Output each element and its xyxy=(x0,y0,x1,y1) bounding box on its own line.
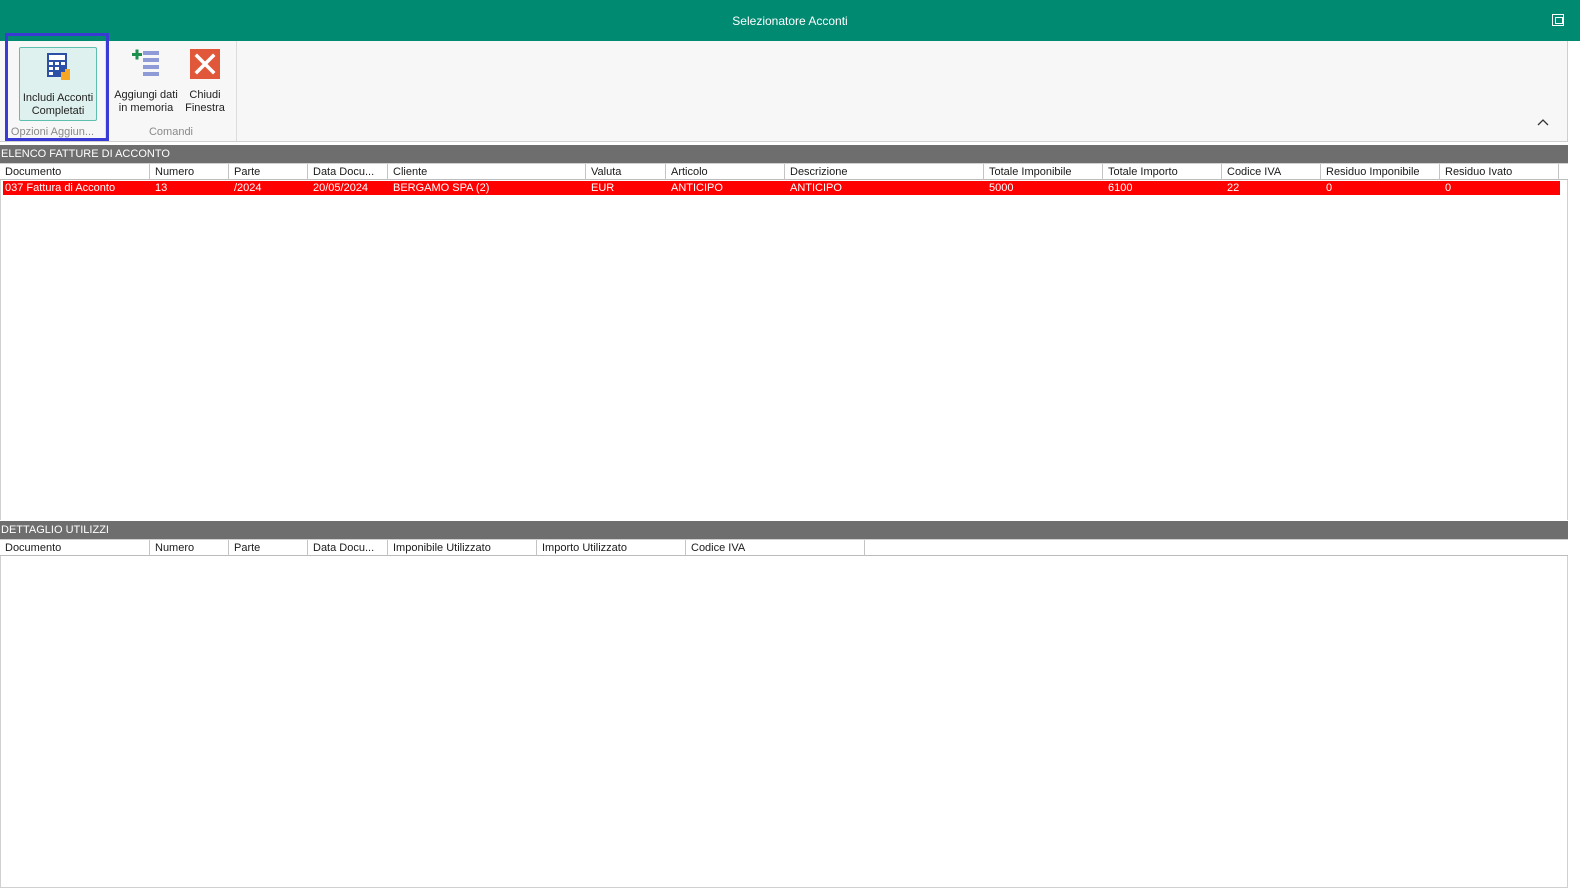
ribbon-group-comandi: Aggiungi dati in memoria Chiudi Finestra… xyxy=(106,41,237,141)
cell-cliente: BERGAMO SPA (2) xyxy=(393,182,490,194)
column-header-totale-importo[interactable]: Totale Importo xyxy=(1103,164,1222,180)
cell-data-documento: 20/05/2024 xyxy=(313,182,369,194)
aggiungi-label-line1: Aggiungi dati xyxy=(114,89,178,101)
cell-documento: 037 Fattura di Acconto xyxy=(5,182,116,194)
column-header-descrizione[interactable]: Descrizione xyxy=(785,164,984,180)
includi-label-line1: Includi Acconti xyxy=(22,92,94,104)
column-header-residuo-ivato[interactable]: Residuo Ivato xyxy=(1440,164,1559,180)
calculator-icon xyxy=(47,53,70,80)
column-header-parte[interactable]: Parte xyxy=(229,164,308,180)
dettaglio-grid-pane xyxy=(0,539,1568,887)
collapse-ribbon-icon[interactable] xyxy=(1537,117,1549,129)
cell-totale-importo: 6100 xyxy=(1108,182,1133,194)
restore-window-icon[interactable] xyxy=(1552,14,1564,26)
column-header-documento[interactable]: Documento xyxy=(0,164,150,180)
cell-descrizione: ANTICIPO xyxy=(790,182,842,194)
chiudi-label-line1: Chiudi xyxy=(189,89,221,101)
cell-numero: 13 xyxy=(155,182,168,194)
aggiungi-label-line2: in memoria xyxy=(118,102,174,114)
column-header-cliente[interactable]: Cliente xyxy=(388,164,586,180)
column-header-totale-imponibile[interactable]: Totale Imponibile xyxy=(984,164,1103,180)
cell-residuo-imponibile: 0 xyxy=(1326,182,1333,194)
column-header-imponibile-utilizzato[interactable]: Imponibile Utilizzato xyxy=(388,540,537,556)
ribbon-group-label-opzioni: Opzioni Aggiun... xyxy=(10,126,95,138)
dettaglio-section-header: DETTAGLIO UTILIZZI xyxy=(0,521,1568,539)
window-titlebar: Selezionatore Acconti xyxy=(0,0,1580,41)
table-row[interactable]: 037 Fattura di Acconto 13 /2024 20/05/20… xyxy=(3,181,1560,195)
elenco-grid-header: Documento Numero Parte Data Docu... Clie… xyxy=(0,163,1568,180)
cell-codice-iva: 22 xyxy=(1227,182,1240,194)
dettaglio-grid-header: Documento Numero Parte Data Docu... Impo… xyxy=(0,539,1568,556)
ribbon-group-opzioni: Includi Acconti Completati Opzioni Aggiu… xyxy=(0,41,106,141)
column-header-valuta[interactable]: Valuta xyxy=(586,164,666,180)
chiudi-finestra-button[interactable]: Chiudi Finestra xyxy=(182,47,228,121)
column-header-data-documento[interactable]: Data Docu... xyxy=(308,540,388,556)
cell-parte: /2024 xyxy=(234,182,262,194)
column-header-codice-iva[interactable]: Codice IVA xyxy=(686,540,865,556)
add-list-icon xyxy=(132,49,159,76)
includi-acconti-completati-button[interactable]: Includi Acconti Completati xyxy=(19,47,97,121)
includi-label-line2: Completati xyxy=(31,105,85,117)
cell-totale-imponibile: 5000 xyxy=(989,182,1014,194)
elenco-grid: Documento Numero Parte Data Docu... Clie… xyxy=(0,163,1568,195)
column-header-residuo-imponibile[interactable]: Residuo Imponibile xyxy=(1321,164,1440,180)
ribbon-group-label-comandi: Comandi xyxy=(148,126,194,138)
cell-articolo: ANTICIPO xyxy=(671,182,723,194)
elenco-grid-pane xyxy=(0,163,1568,520)
ribbon: Includi Acconti Completati Opzioni Aggiu… xyxy=(0,41,1568,142)
column-header-numero[interactable]: Numero xyxy=(150,164,229,180)
cell-residuo-ivato: 0 xyxy=(1445,182,1452,194)
column-header-numero[interactable]: Numero xyxy=(150,540,229,556)
elenco-section-header: ELENCO FATTURE DI ACCONTO xyxy=(0,145,1568,163)
column-header-importo-utilizzato[interactable]: Importo Utilizzato xyxy=(537,540,686,556)
column-header-articolo[interactable]: Articolo xyxy=(666,164,785,180)
column-header-data-documento[interactable]: Data Docu... xyxy=(308,164,388,180)
window-title: Selezionatore Acconti xyxy=(732,13,848,28)
chiudi-label-line2: Finestra xyxy=(185,102,225,114)
column-header-codice-iva[interactable]: Codice IVA xyxy=(1222,164,1321,180)
window-bottom-border xyxy=(0,887,1568,888)
cell-valuta: EUR xyxy=(591,182,615,194)
dettaglio-grid: Documento Numero Parte Data Docu... Impo… xyxy=(0,539,1568,556)
close-icon xyxy=(190,49,220,79)
column-header-documento[interactable]: Documento xyxy=(0,540,150,556)
column-header-parte[interactable]: Parte xyxy=(229,540,308,556)
aggiungi-dati-in-memoria-button[interactable]: Aggiungi dati in memoria xyxy=(112,47,180,121)
